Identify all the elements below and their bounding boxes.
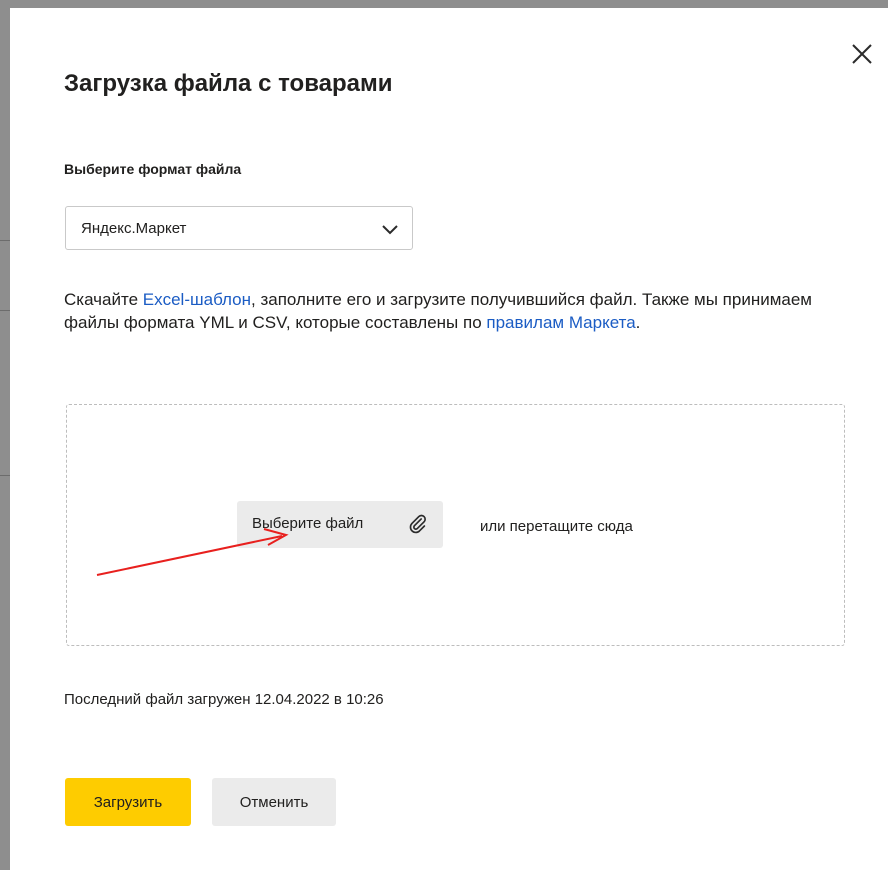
upload-description: Скачайте Excel-шаблон, заполните его и з… [64,288,824,334]
drag-hint: или перетащите сюда [480,518,633,535]
format-select[interactable]: Яндекс.Маркет [65,206,413,250]
upload-dialog: Загрузка файла с товарами Выберите форма… [10,8,888,870]
description-text: Скачайте [64,290,143,309]
format-label: Выберите формат файла [64,161,242,177]
backdrop-top [0,0,888,8]
screen: Загрузка файла с товарами Выберите форма… [0,0,888,870]
upload-button[interactable]: Загрузить [65,778,191,826]
last-upload-status: Последний файл загружен 12.04.2022 в 10:… [64,691,384,708]
excel-template-link[interactable]: Excel-шаблон [143,290,251,309]
close-button[interactable] [846,38,882,74]
backdrop-divider [0,475,10,476]
backdrop-divider [0,310,10,311]
format-select-value: Яндекс.Маркет [81,220,187,237]
file-dropzone[interactable] [66,404,845,646]
choose-file-label: Выберите файл [252,515,364,532]
paperclip-icon [409,514,426,534]
market-rules-link[interactable]: правилам Маркета [486,313,635,332]
description-text: . [635,313,641,332]
close-icon [852,44,872,64]
backdrop-divider [0,240,10,241]
cancel-button[interactable]: Отменить [212,778,336,826]
backdrop [0,0,10,870]
choose-file-button[interactable]: Выберите файл [237,501,443,548]
chevron-down-icon [382,225,398,235]
dialog-title: Загрузка файла с товарами [64,70,393,97]
